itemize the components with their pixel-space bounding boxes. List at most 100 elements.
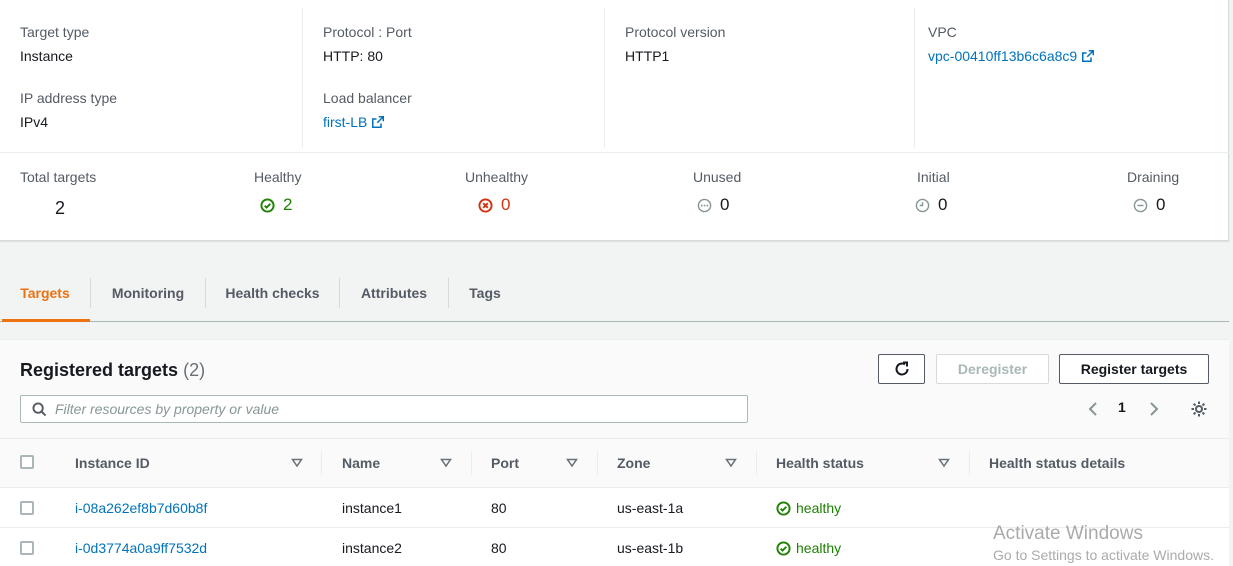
column-port[interactable]: Port	[491, 439, 519, 487]
sort-caret-icon[interactable]	[725, 458, 737, 468]
load-balancer-label: Load balancer	[323, 90, 412, 106]
vpc-value: vpc-00410ff13b6c6a8c9	[928, 48, 1078, 64]
protocol-version-label: Protocol version	[625, 24, 726, 40]
registered-targets-panel: Registered targets (2) Deregister Regist…	[0, 339, 1229, 566]
stat-initial: Initial 0	[915, 167, 950, 216]
target-group-details: Target type Instance IP address type IPv…	[0, 0, 1229, 241]
column-name[interactable]: Name	[342, 439, 380, 487]
healthy-label: Healthy	[254, 169, 302, 185]
target-type-label: Target type	[20, 24, 90, 40]
status-stopped-icon	[1133, 198, 1148, 212]
ip-address-type-value: IPv4	[20, 114, 49, 130]
instance-name: instance2	[342, 540, 402, 556]
target-type-value: Instance	[20, 48, 73, 64]
unused-value: 0	[720, 195, 730, 214]
select-all-checkbox[interactable]	[20, 455, 34, 469]
column-zone[interactable]: Zone	[617, 439, 650, 487]
column-health-status-details[interactable]: Health status details	[989, 439, 1125, 487]
protocol-port-label: Protocol : Port	[323, 24, 412, 40]
status-pending-icon	[915, 198, 930, 212]
sort-caret-icon[interactable]	[291, 458, 303, 468]
instance-name: instance1	[342, 500, 402, 516]
details-column-1: Target type Instance IP address type IPv…	[0, 8, 302, 148]
sort-caret-icon[interactable]	[440, 458, 452, 468]
health-status-text: healthy	[796, 540, 842, 556]
tab-monitoring[interactable]: Monitoring	[91, 272, 205, 321]
status-negative-icon	[478, 197, 493, 213]
draining-value: 0	[1156, 195, 1166, 214]
details-column-2: Protocol : Port HTTP: 80 Load balancer f…	[302, 8, 604, 148]
filter-input[interactable]	[55, 400, 735, 418]
details-divider	[0, 152, 1229, 153]
status-positive-icon	[776, 500, 791, 516]
stat-unused: Unused 0	[693, 167, 741, 216]
stat-draining: Draining 0	[1127, 167, 1179, 216]
health-status: healthy	[776, 528, 841, 566]
table-header: Instance ID Name Port Zone Health status…	[0, 438, 1229, 488]
draining-label: Draining	[1127, 169, 1180, 185]
total-targets-label: Total targets	[20, 169, 97, 185]
column-divider	[756, 451, 757, 475]
unhealthy-value: 0	[501, 195, 511, 214]
column-divider	[969, 451, 970, 475]
instance-zone: us-east-1b	[617, 540, 684, 556]
tab-attributes[interactable]: Attributes	[340, 272, 448, 321]
tab-targets[interactable]: Targets	[0, 272, 90, 322]
tab-tags[interactable]: Tags	[449, 272, 521, 321]
table-row[interactable]: i-08a262ef8b7d60b8f instance1 80 us-east…	[0, 488, 1229, 528]
row-checkbox[interactable]	[20, 541, 34, 555]
protocol-version-value: HTTP1	[625, 48, 670, 64]
unused-label: Unused	[693, 169, 742, 185]
health-status-text: healthy	[796, 500, 842, 516]
column-divider	[471, 451, 472, 475]
initial-value: 0	[938, 195, 948, 214]
instance-port: 80	[491, 540, 507, 556]
load-balancer-link[interactable]: first-LB	[323, 114, 385, 130]
tab-bar: Targets Monitoring Health checks Attribu…	[0, 272, 1229, 322]
filter-search	[20, 395, 748, 423]
external-link-icon	[1082, 50, 1095, 62]
status-unused-icon	[697, 198, 712, 212]
total-targets-value: 2	[55, 198, 66, 218]
registered-targets-title: Registered targets	[20, 360, 179, 380]
instance-id-link[interactable]: i-08a262ef8b7d60b8f	[75, 500, 207, 516]
current-page[interactable]: 1	[1118, 399, 1126, 415]
row-checkbox[interactable]	[20, 501, 34, 515]
initial-label: Initial	[917, 169, 950, 185]
search-icon	[32, 402, 47, 417]
column-divider	[597, 451, 598, 475]
sort-caret-icon[interactable]	[566, 458, 578, 468]
refresh-button[interactable]	[878, 354, 925, 384]
healthy-value: 2	[283, 195, 293, 214]
details-column-3: Protocol version HTTP1	[604, 8, 914, 148]
details-column-4: VPC vpc-00410ff13b6c6a8c9	[914, 8, 1224, 148]
instance-zone: us-east-1a	[617, 500, 684, 516]
protocol-port-value: HTTP: 80	[323, 48, 383, 64]
load-balancer-value: first-LB	[323, 114, 368, 130]
status-positive-icon	[260, 197, 275, 213]
status-positive-icon	[776, 540, 791, 556]
stat-healthy: Healthy 2	[254, 167, 301, 216]
instance-id-link[interactable]: i-0d3774a0a9ff7532d	[75, 540, 207, 556]
panel-title: Registered targets (2)	[20, 358, 205, 382]
vpc-label: VPC	[928, 24, 957, 40]
register-targets-button[interactable]: Register targets	[1059, 354, 1209, 384]
external-link-icon	[372, 116, 385, 128]
unhealthy-label: Unhealthy	[465, 169, 529, 185]
health-status: healthy	[776, 488, 841, 528]
refresh-icon	[895, 361, 908, 376]
deregister-button[interactable]: Deregister	[936, 354, 1049, 384]
previous-page-icon[interactable]	[1087, 401, 1099, 417]
column-instance-id[interactable]: Instance ID	[75, 439, 150, 487]
panel-header: Registered targets (2) Deregister Regist…	[0, 340, 1229, 438]
settings-gear-icon[interactable]	[1190, 400, 1208, 418]
column-health-status[interactable]: Health status	[776, 439, 864, 487]
sort-caret-icon[interactable]	[938, 458, 950, 468]
vpc-link[interactable]: vpc-00410ff13b6c6a8c9	[928, 48, 1095, 64]
registered-targets-count: (2)	[183, 360, 206, 380]
tab-health-checks[interactable]: Health checks	[206, 272, 339, 321]
instance-port: 80	[491, 500, 507, 516]
column-divider	[321, 451, 322, 475]
table-row[interactable]: i-0d3774a0a9ff7532d instance2 80 us-east…	[0, 528, 1229, 566]
next-page-icon[interactable]	[1148, 401, 1160, 417]
